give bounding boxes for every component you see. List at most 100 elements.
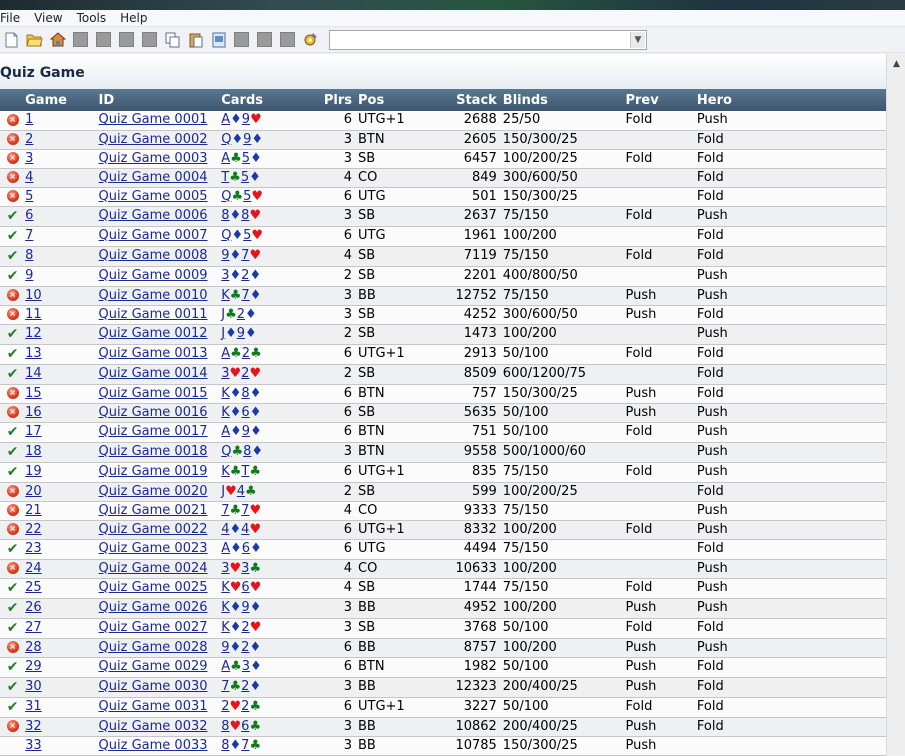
game-id-link[interactable]: Quiz Game 0013	[99, 346, 208, 361]
table-row[interactable]: ✔ 8 Quiz Game 0008 9♦7♥ 4 SB 7119 75/150 Fold Fol…	[0, 246, 886, 267]
game-number-link[interactable]: 6	[25, 208, 33, 223]
card-rank[interactable]: 5	[241, 170, 249, 185]
game-number-link[interactable]: 11	[25, 307, 42, 322]
game-id-link[interactable]: Quiz Game 0010	[99, 288, 208, 303]
table-row[interactable]: ✔ 30 Quiz Game 0030 7♣2♦ 3 BB 12323 200/400/25 P…	[0, 677, 886, 698]
new-file-icon[interactable]	[3, 31, 20, 48]
table-row[interactable]: × 24 Quiz Game 0024 3♥3♣ 4 CO 10633 100/200 Push	[0, 559, 886, 579]
disabled-tool-icon[interactable]	[96, 32, 111, 47]
header-id[interactable]: ID	[99, 89, 222, 111]
game-id-link[interactable]: Quiz Game 0007	[99, 228, 208, 243]
game-id-link[interactable]: Quiz Game 0028	[99, 640, 208, 655]
game-id-link[interactable]: Quiz Game 0032	[99, 719, 208, 734]
card-rank[interactable]: 9	[221, 640, 229, 655]
settings-gear-icon[interactable]	[302, 31, 319, 48]
game-number-link[interactable]: 25	[25, 580, 42, 595]
game-number-link[interactable]: 24	[25, 561, 42, 576]
table-row[interactable]: ✔ 14 Quiz Game 0014 3♥2♥ 2 SB 8509 600/1200/75 F…	[0, 364, 886, 385]
table-row[interactable]: × 2 Quiz Game 0002 Q♦9♦ 3 BTN 2605 150/300/25 Fo…	[0, 130, 886, 150]
game-id-link[interactable]: Quiz Game 0001	[99, 112, 208, 127]
game-number-link[interactable]: 8	[25, 248, 33, 263]
disabled-tool-icon[interactable]	[257, 32, 272, 47]
header-game[interactable]: Game	[25, 89, 98, 111]
card-rank[interactable]: 3	[221, 366, 229, 381]
card-rank[interactable]: 2	[242, 346, 250, 361]
table-row[interactable]: ✔ 27 Quiz Game 0027 K♦2♥ 3 SB 3768 50/100 Fold Fo…	[0, 618, 886, 639]
card-rank[interactable]: 6	[241, 580, 249, 595]
game-number-link[interactable]: 31	[25, 699, 42, 714]
game-number-link[interactable]: 29	[25, 659, 42, 674]
game-id-link[interactable]: Quiz Game 0026	[99, 600, 208, 615]
game-id-link[interactable]: Quiz Game 0011	[99, 307, 208, 322]
table-row[interactable]: ✔ 12 Quiz Game 0012 J♦9♦ 2 SB 1473 100/200 Push	[0, 324, 886, 345]
table-row[interactable]: × 28 Quiz Game 0028 9♦2♦ 6 BB 8757 100/200 Push P…	[0, 638, 886, 658]
game-id-link[interactable]: Quiz Game 0005	[99, 189, 208, 204]
game-number-link[interactable]: 3	[25, 151, 33, 166]
menu-view[interactable]: View	[34, 11, 62, 25]
card-rank[interactable]: 5	[242, 151, 250, 166]
table-row[interactable]: ✔ 23 Quiz Game 0023 A♦6♦ 6 UTG 4494 75/150 Fold	[0, 539, 886, 560]
table-row[interactable]: ✔ 7 Quiz Game 0007 Q♦5♥ 6 UTG 1961 100/200 Fold	[0, 226, 886, 247]
card-rank[interactable]: 7	[221, 503, 229, 518]
home-icon[interactable]	[49, 31, 66, 48]
card-rank[interactable]: 3	[221, 561, 229, 576]
disabled-tool-icon[interactable]	[73, 32, 88, 47]
game-number-link[interactable]: 26	[25, 600, 42, 615]
game-number-link[interactable]: 2	[25, 132, 33, 147]
card-rank[interactable]: 9	[237, 326, 245, 341]
header-hero[interactable]: Hero	[697, 89, 886, 111]
table-row[interactable]: × 10 Quiz Game 0010 K♣7♦ 3 BB 12752 75/150 Push P…	[0, 286, 886, 306]
game-id-link[interactable]: Quiz Game 0014	[99, 366, 208, 381]
table-row[interactable]: × 4 Quiz Game 0004 T♣5♦ 4 CO 849 300/600/50 Fold	[0, 168, 886, 188]
game-id-link[interactable]: Quiz Game 0020	[99, 484, 208, 499]
card-rank[interactable]: A	[221, 346, 230, 361]
card-rank[interactable]: K	[221, 580, 230, 595]
table-row[interactable]: ✔ 25 Quiz Game 0025 K♥6♥ 4 SB 1744 75/150 Fold Pu…	[0, 578, 886, 599]
game-id-link[interactable]: Quiz Game 0006	[99, 208, 208, 223]
game-id-link[interactable]: Quiz Game 0027	[99, 620, 208, 635]
game-id-link[interactable]: Quiz Game 0018	[99, 444, 208, 459]
game-id-link[interactable]: Quiz Game 0023	[99, 541, 208, 556]
card-rank[interactable]: 4	[221, 522, 229, 537]
game-number-link[interactable]: 15	[25, 386, 42, 401]
game-id-link[interactable]: Quiz Game 0021	[99, 503, 208, 518]
game-number-link[interactable]: 16	[25, 405, 42, 420]
game-number-link[interactable]: 19	[25, 464, 42, 479]
card-rank[interactable]: 6	[241, 405, 249, 420]
game-number-link[interactable]: 27	[25, 620, 42, 635]
game-id-link[interactable]: Quiz Game 0012	[99, 326, 208, 341]
card-rank[interactable]: 2	[241, 620, 249, 635]
table-row[interactable]: × 5 Quiz Game 0005 Q♣5♥ 6 UTG 501 150/300/25 Fol…	[0, 187, 886, 207]
table-row[interactable]: × 20 Quiz Game 0020 J♥4♣ 2 SB 599 100/200/25 Fol…	[0, 482, 886, 502]
game-number-link[interactable]: 4	[25, 170, 33, 185]
game-number-link[interactable]: 13	[25, 346, 42, 361]
table-row[interactable]: × 21 Quiz Game 0021 7♣7♥ 4 CO 9333 75/150 Push	[0, 501, 886, 521]
game-number-link[interactable]: 1	[25, 112, 33, 127]
game-id-link[interactable]: Quiz Game 0024	[99, 561, 208, 576]
card-rank[interactable]: A	[221, 151, 230, 166]
game-id-link[interactable]: Quiz Game 0019	[99, 464, 208, 479]
card-rank[interactable]: 2	[221, 699, 229, 714]
card-rank[interactable]: 9	[242, 112, 250, 127]
table-row[interactable]: ✔ 9 Quiz Game 0009 3♦2♦ 2 SB 2201 400/800/50 Pus…	[0, 266, 886, 287]
card-rank[interactable]: Q	[221, 189, 231, 204]
game-id-link[interactable]: Quiz Game 0015	[99, 386, 208, 401]
game-number-link[interactable]: 28	[25, 640, 42, 655]
disabled-tool-icon[interactable]	[280, 32, 295, 47]
card-rank[interactable]: A	[221, 424, 230, 439]
game-id-link[interactable]: Quiz Game 0031	[99, 699, 208, 714]
card-rank[interactable]: K	[221, 386, 230, 401]
game-id-link[interactable]: Quiz Game 0033	[99, 738, 208, 753]
card-rank[interactable]: A	[221, 541, 230, 556]
header-prev[interactable]: Prev	[625, 89, 696, 111]
card-rank[interactable]: Q	[221, 444, 231, 459]
game-number-link[interactable]: 21	[25, 503, 42, 518]
card-rank[interactable]: Q	[221, 132, 231, 147]
table-row[interactable]: ✔ 31 Quiz Game 0031 2♥2♣ 6 UTG+1 3227 50/100 Fol…	[0, 697, 886, 718]
disabled-tool-icon[interactable]	[119, 32, 134, 47]
game-number-link[interactable]: 12	[25, 326, 42, 341]
card-rank[interactable]: K	[221, 464, 230, 479]
header-cards[interactable]: Cards	[221, 89, 301, 111]
game-number-link[interactable]: 22	[25, 522, 42, 537]
card-rank[interactable]: T	[221, 170, 229, 185]
